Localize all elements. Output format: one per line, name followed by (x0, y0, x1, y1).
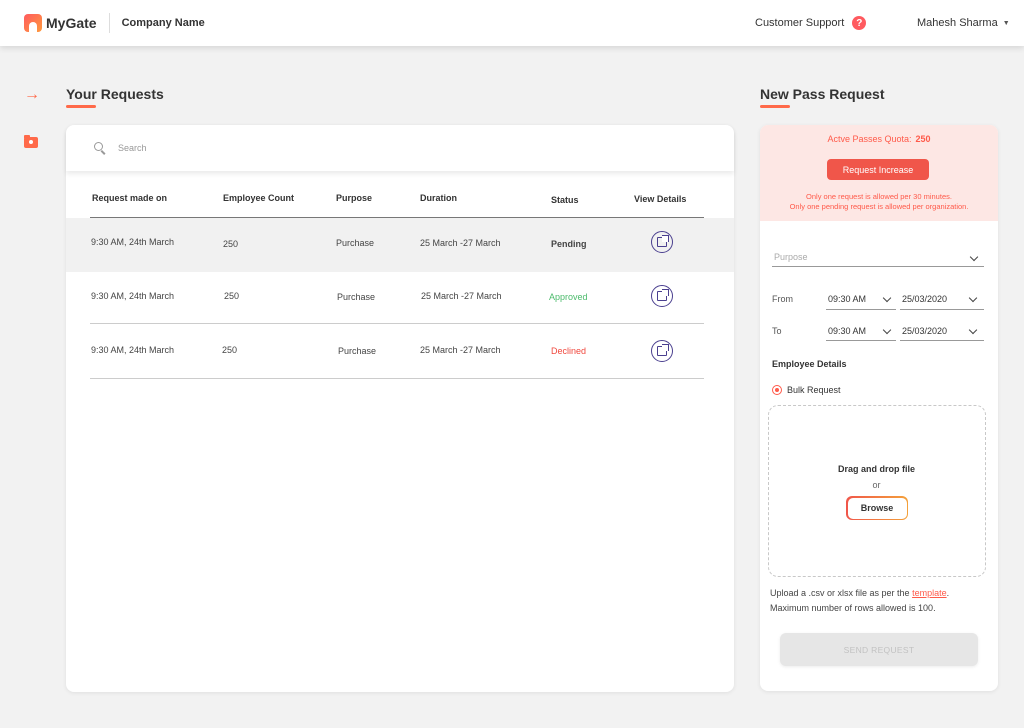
view-details-button[interactable] (651, 285, 673, 307)
arrow-right-icon[interactable]: → (24, 86, 40, 104)
cell-count: 250 (224, 291, 240, 301)
browse-label: Browse (847, 497, 907, 519)
search-bar (66, 125, 734, 171)
cell-purpose: Purchase (338, 346, 377, 356)
status-badge: Pending (551, 239, 587, 249)
from-date-value: 25/03/2020 (902, 294, 948, 304)
from-label: From (772, 294, 793, 304)
bulk-request-label[interactable]: Bulk Request (787, 385, 841, 395)
cell-date: 9:30 AM, 24th March (91, 237, 175, 247)
external-link-icon (657, 344, 669, 356)
column-header-duration: Duration (420, 193, 457, 203)
field-underline (900, 340, 984, 341)
upload-note: Upload a .csv or xlsx file as per the te… (770, 586, 990, 616)
field-underline (826, 340, 896, 341)
browse-button[interactable]: Browse (846, 496, 908, 520)
notice-rate-limit: Only one request is allowed per 30 minut… (806, 192, 952, 201)
cell-date: 9:30 AM, 24th March (91, 345, 175, 355)
cell-count: 250 (223, 239, 239, 249)
search-input[interactable] (118, 143, 418, 153)
field-underline (826, 309, 896, 310)
cell-duration: 25 March -27 March (420, 345, 501, 355)
cell-date: 9:30 AM, 24th March (91, 291, 175, 301)
user-name: Mahesh Sharma (917, 17, 998, 29)
requests-panel: Request made on Employee Count Purpose D… (66, 125, 734, 692)
table-row[interactable]: 9:30 AM, 24th March 250 Purchase 25 Marc… (66, 270, 734, 324)
external-link-icon (657, 235, 669, 247)
drop-zone-or: or (872, 480, 881, 490)
status-badge: Declined (551, 346, 587, 356)
field-underline (900, 309, 984, 310)
chevron-down-icon (968, 293, 978, 303)
new-pass-title: New Pass Request (760, 86, 885, 102)
column-header-purpose: Purpose (336, 193, 373, 203)
column-header-date: Request made on (92, 193, 168, 203)
row-divider (90, 378, 704, 379)
upload-note-end: . (946, 588, 950, 598)
caret-down-icon: ▼ (1002, 19, 1010, 27)
mygate-logo-icon (24, 14, 42, 32)
logo[interactable]: MyGate (24, 14, 97, 32)
to-date-value: 25/03/2020 (902, 326, 948, 336)
folder-user-icon[interactable] (24, 135, 38, 148)
search-icon (94, 142, 106, 154)
column-header-count: Employee Count (223, 193, 295, 203)
to-label: To (772, 326, 782, 336)
chevron-down-icon (882, 325, 892, 335)
view-details-button[interactable] (651, 231, 673, 253)
chevron-down-icon (968, 325, 978, 335)
notice-pending-limit: Only one pending request is allowed per … (789, 202, 969, 211)
header-divider (108, 13, 110, 33)
quota-line: Actve Passes Quota: 250 (760, 134, 998, 144)
top-bar: MyGate Company Name Customer Support ? M… (0, 0, 1024, 46)
status-badge: Approved (549, 292, 588, 302)
customer-support-link[interactable]: Customer Support ? (755, 16, 867, 30)
send-request-button[interactable]: SEND REQUEST (780, 633, 978, 666)
quota-box: Actve Passes Quota: 250 Request Increase … (760, 125, 998, 221)
help-circle-icon[interactable]: ? (852, 16, 867, 30)
user-menu[interactable]: Mahesh Sharma ▼ (917, 17, 1010, 29)
employee-details-heading: Employee Details (772, 359, 847, 369)
new-pass-panel: Actve Passes Quota: 250 Request Increase … (760, 125, 998, 691)
quota-value: 250 (915, 134, 931, 144)
cell-purpose: Purchase (337, 292, 376, 302)
cell-purpose: Purchase (336, 238, 375, 248)
company-name: Company Name (121, 17, 205, 29)
column-header-view-details: View Details (634, 194, 687, 204)
from-time-value: 09:30 AM (828, 294, 867, 304)
request-increase-button[interactable]: Request Increase (827, 159, 929, 180)
view-details-button[interactable] (651, 340, 673, 362)
external-link-icon (657, 289, 669, 301)
your-requests-title: Your Requests (66, 86, 164, 102)
chevron-down-icon (969, 252, 979, 262)
field-underline (772, 266, 984, 267)
brand-name: MyGate (46, 15, 97, 31)
max-rows-note: Maximum number of rows allowed is 100. (770, 603, 936, 613)
to-time-value: 09:30 AM (828, 326, 867, 336)
upload-note-text: Upload a .csv or xlsx file as per the (770, 588, 913, 598)
title-underline (66, 105, 96, 108)
table-row[interactable]: 9:30 AM, 24th March 250 Purchase 25 Marc… (66, 324, 734, 378)
drop-zone-title: Drag and drop file (837, 464, 915, 474)
column-header-status: Status (551, 195, 579, 205)
file-drop-zone[interactable]: Drag and drop file or Browse (768, 405, 986, 577)
table-row[interactable]: 9:30 AM, 24th March 250 Purchase 25 Marc… (66, 218, 734, 272)
cell-count: 250 (222, 345, 238, 355)
title-underline (760, 105, 790, 108)
bulk-request-radio[interactable] (772, 385, 782, 395)
customer-support-label: Customer Support (755, 17, 845, 29)
chevron-down-icon (882, 293, 892, 303)
cell-duration: 25 March -27 March (421, 291, 502, 301)
quota-label: Actve Passes Quota: (827, 134, 912, 144)
cell-duration: 25 March -27 March (420, 238, 501, 248)
purpose-placeholder: Purpose (774, 252, 808, 262)
template-link[interactable]: template (912, 588, 947, 598)
